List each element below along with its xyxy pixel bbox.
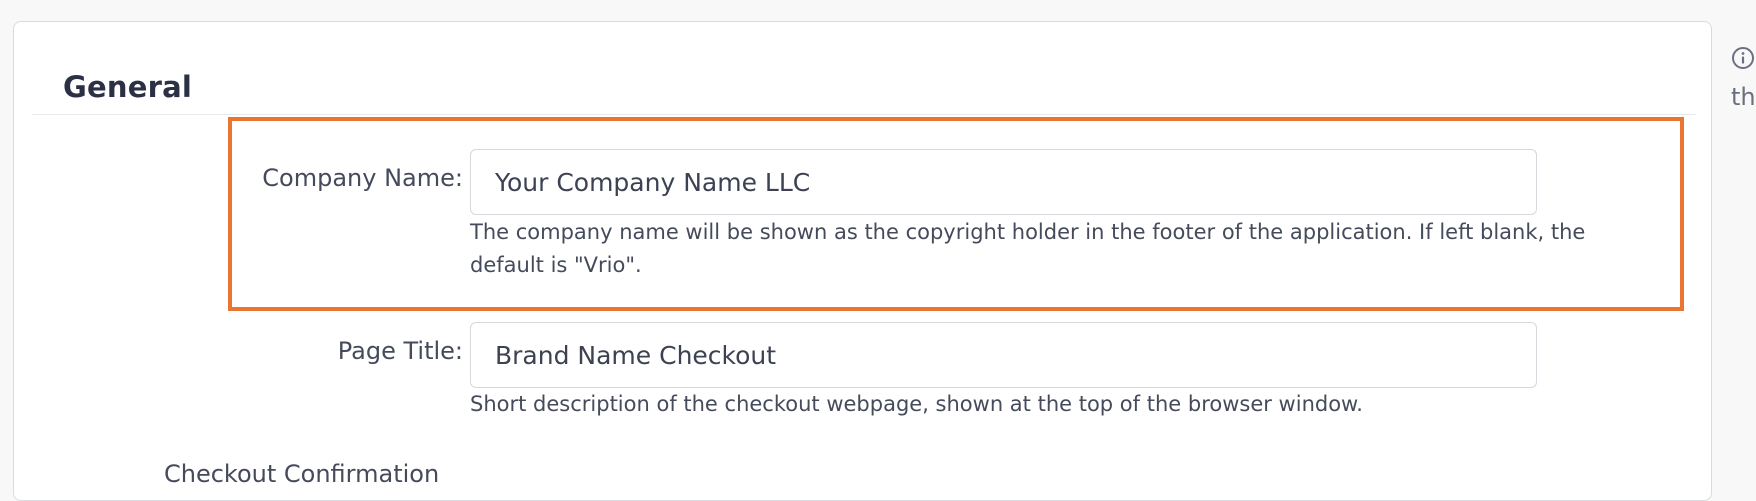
page-title-label: Page Title: <box>337 337 463 365</box>
info-icon <box>1732 47 1754 69</box>
section-title: General <box>63 70 192 104</box>
company-name-input[interactable] <box>470 149 1537 215</box>
page-title-help: Short description of the checkout webpag… <box>470 392 1363 416</box>
title-divider <box>32 114 1696 115</box>
company-name-help: The company name will be shown as the co… <box>470 220 1586 277</box>
side-info-text: th <box>1731 83 1756 111</box>
side-info-panel: th <box>1731 46 1756 111</box>
company-name-label: Company Name: <box>262 164 463 192</box>
checkout-confirmation-label: Checkout Confirmation <box>164 460 440 488</box>
page-title-input[interactable] <box>470 322 1537 388</box>
